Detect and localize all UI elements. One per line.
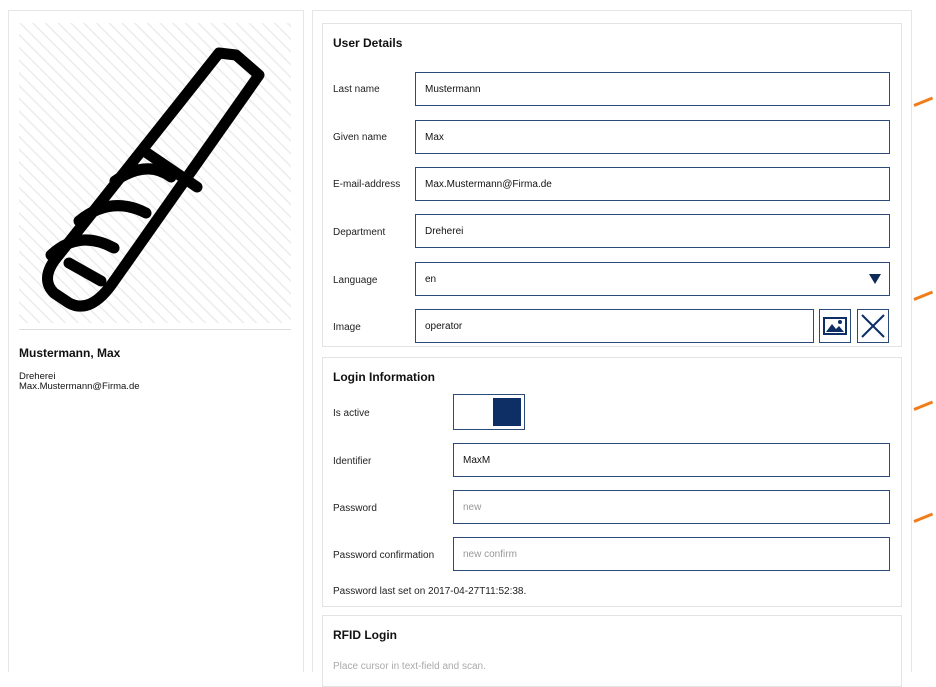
password-confirm-field[interactable]: new confirm [453,537,890,571]
given-name-label: Given name [333,132,387,143]
email-label: E-mail-address [333,179,401,190]
password-last-set-note: Password last set on 2017-04-27T11:52:38… [333,586,527,597]
close-icon [861,314,885,338]
tool-icon [19,23,291,323]
login-title: Login Information [333,370,435,384]
pick-image-button[interactable] [819,309,851,343]
form-panel: User Details Last name Mustermann Given … [312,10,912,687]
profile-divider [19,329,291,330]
is-active-label: Is active [333,408,370,419]
callout-marker [913,400,934,411]
rfid-hint: Place cursor in text-field and scan. [333,661,486,672]
user-details-title: User Details [333,36,403,50]
password-label: Password [333,503,377,514]
given-name-value: Max [425,132,444,143]
image-label: Image [333,322,361,333]
given-name-field[interactable]: Max [415,120,890,154]
last-name-value: Mustermann [425,84,481,95]
profile-name: Mustermann, Max [19,346,121,360]
login-section: Login Information Is active Identifier M… [322,357,902,607]
department-field[interactable]: Dreherei [415,214,890,248]
last-name-label: Last name [333,84,380,95]
callout-marker [913,290,934,301]
callout-marker [913,96,934,107]
last-name-field[interactable]: Mustermann [415,72,890,106]
language-select[interactable]: en [415,262,890,296]
password-field[interactable]: new [453,490,890,524]
identifier-field[interactable]: MaxM [453,443,890,477]
password-confirm-placeholder: new confirm [463,549,517,560]
rfid-title: RFID Login [333,628,397,642]
profile-panel: Mustermann, Max Dreherei Max.Mustermann@… [8,10,304,672]
department-value: Dreherei [425,226,464,237]
image-field[interactable]: operator [415,309,814,343]
avatar [19,23,291,323]
image-icon [823,317,847,335]
chevron-down-icon [869,274,881,284]
rfid-section: RFID Login Place cursor in text-field an… [322,615,902,687]
image-value: operator [425,321,463,332]
clear-image-button[interactable] [857,309,889,343]
identifier-label: Identifier [333,456,372,467]
identifier-value: MaxM [463,455,491,466]
email-field[interactable]: Max.Mustermann@Firma.de [415,167,890,201]
profile-email: Max.Mustermann@Firma.de [19,381,140,392]
department-label: Department [333,227,386,238]
password-confirm-label: Password confirmation [333,550,435,561]
email-value: Max.Mustermann@Firma.de [425,179,552,190]
callout-marker [913,512,934,523]
password-placeholder: new [463,502,482,513]
user-details-section: User Details Last name Mustermann Given … [322,23,902,347]
language-label: Language [333,275,378,286]
toggle-knob [493,398,521,426]
is-active-toggle[interactable] [453,394,525,430]
language-value: en [425,274,437,285]
